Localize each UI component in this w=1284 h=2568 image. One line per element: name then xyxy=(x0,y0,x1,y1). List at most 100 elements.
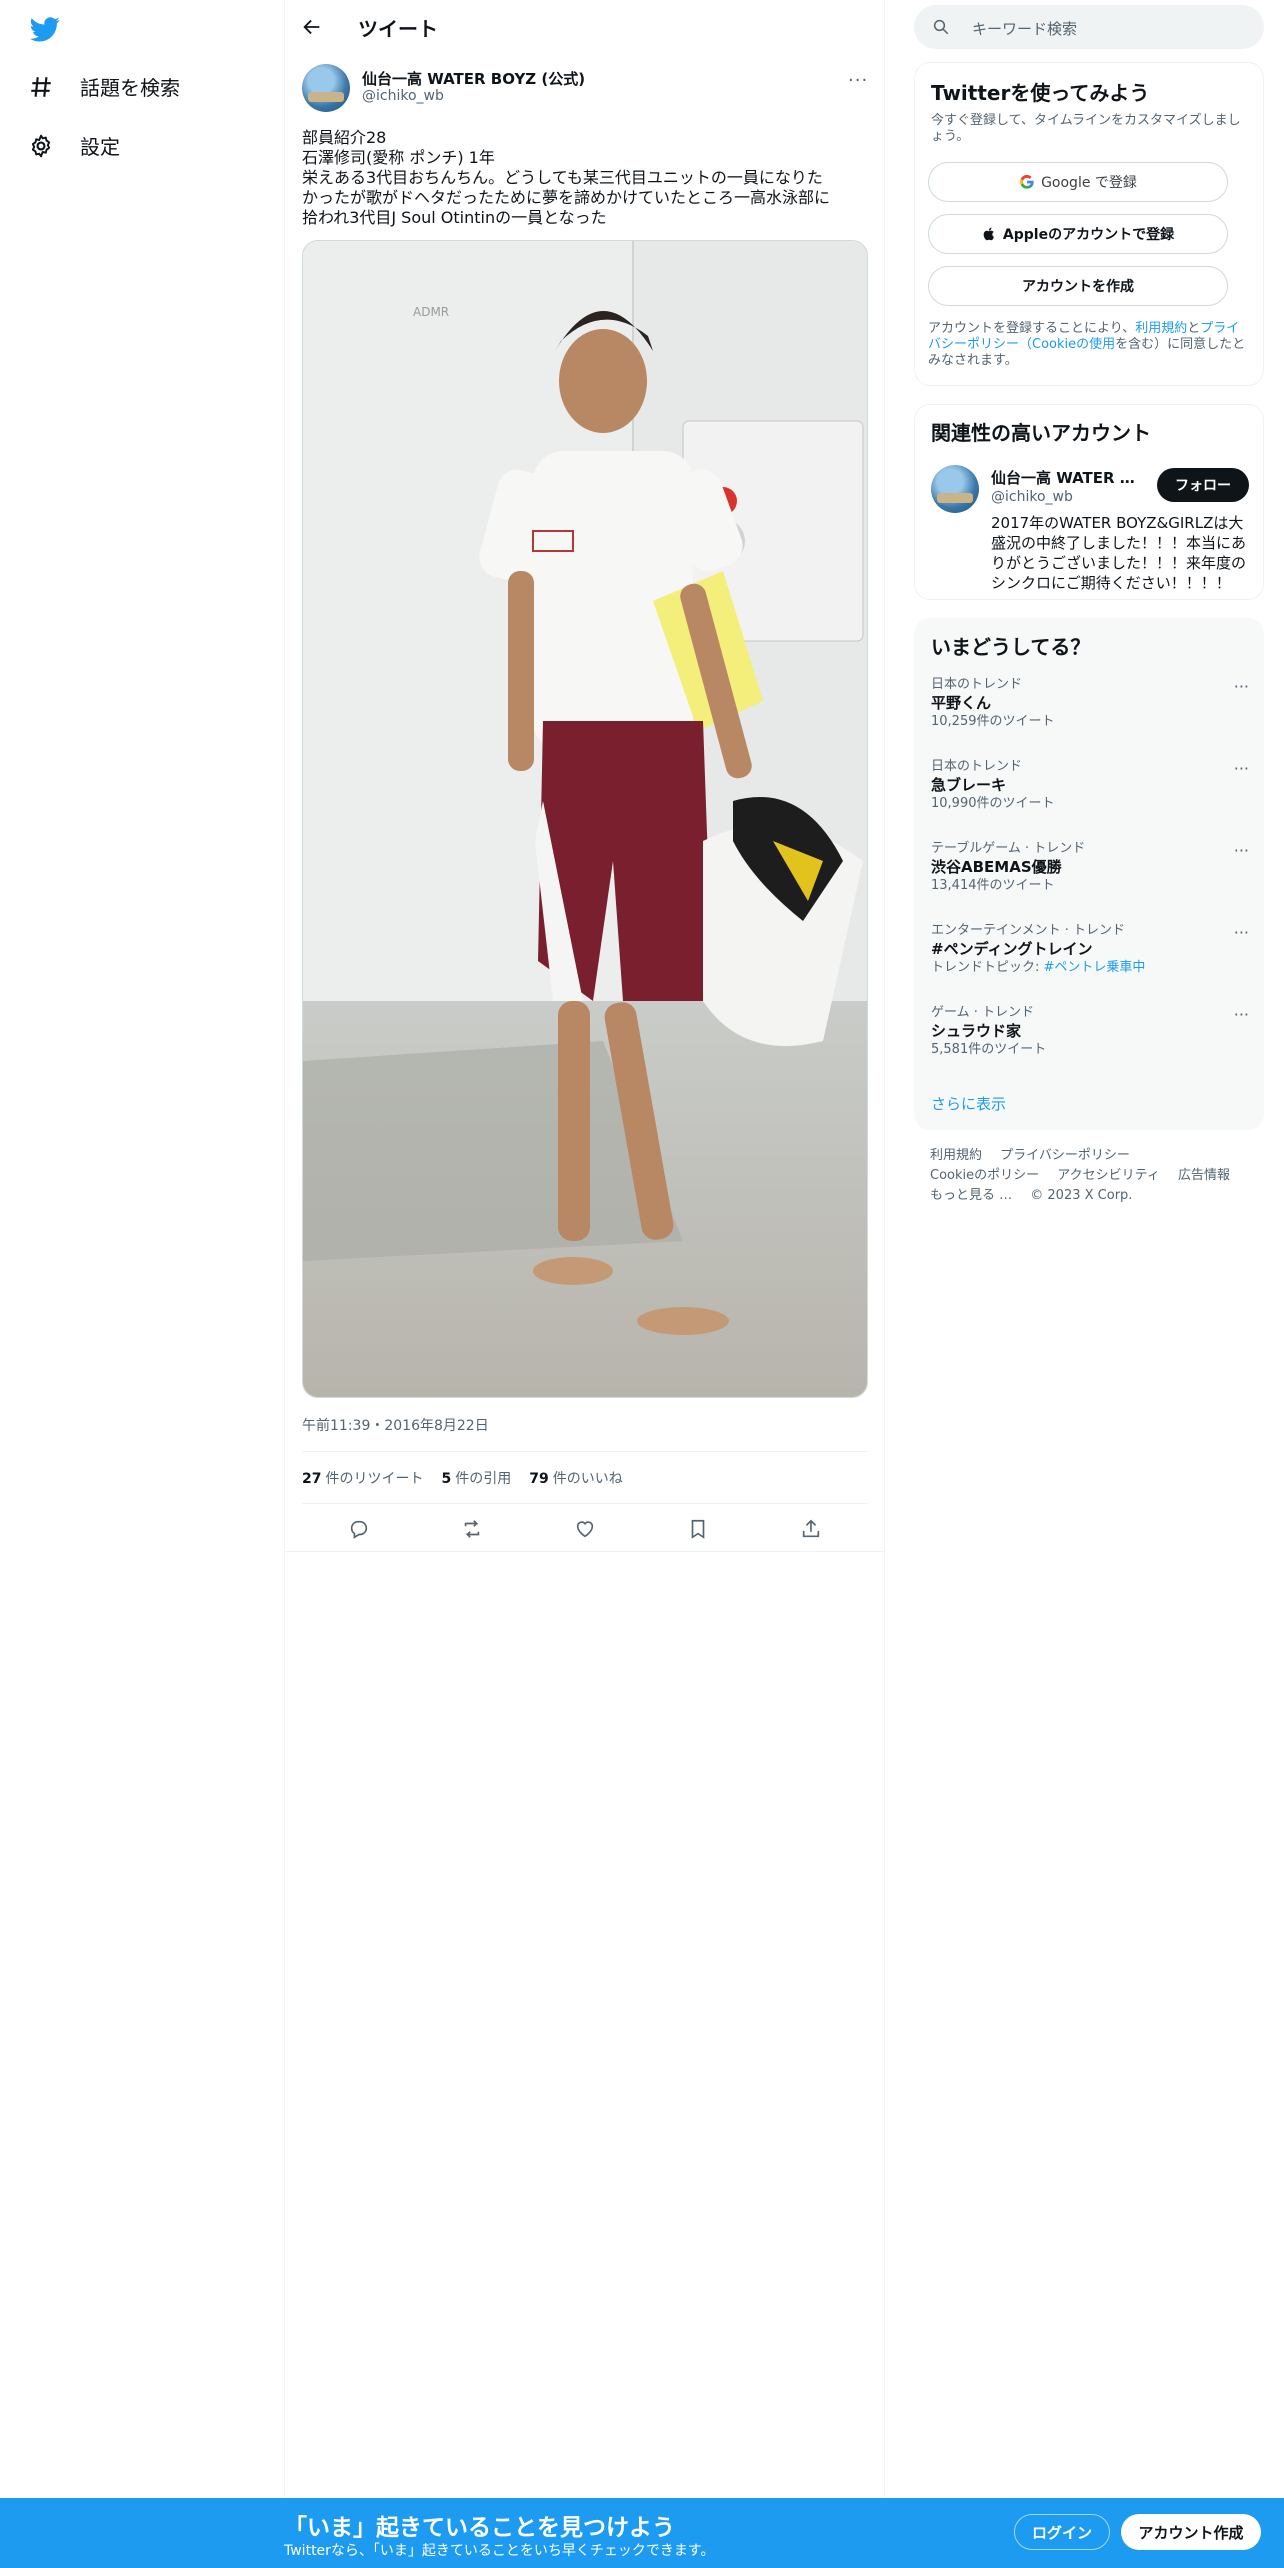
retweets-count: 27 xyxy=(302,1471,322,1487)
trends-card: いまどうしてる？ 日本のトレンド 平野くん 10,259件のツイート ··· 日… xyxy=(914,618,1264,1130)
trend-category: テーブルゲーム · トレンド xyxy=(931,841,1086,856)
related-title: 関連性の高いアカウント xyxy=(931,421,1151,445)
author-name[interactable]: 仙台一高 WATER BOYZ (公式) xyxy=(362,68,585,89)
trend-count: トレンドトピック: #ペントレ乗車中 xyxy=(931,959,1249,977)
trend-item[interactable]: ゲーム · トレンド シュラウド家 5,581件のツイート ··· xyxy=(931,1005,1249,1059)
tweet-text-line: かったが歌がドヘタだったために夢を諦めかけていたところ一高水泳部に xyxy=(302,188,831,207)
bookmark-icon[interactable] xyxy=(687,1518,709,1540)
retweet-icon[interactable] xyxy=(461,1518,483,1540)
tweet-actions xyxy=(302,1512,868,1546)
login-button[interactable]: ログイン xyxy=(1014,2514,1110,2550)
trend-category: エンターテインメント · トレンド xyxy=(931,923,1126,938)
create-account-label: アカウントを作成 xyxy=(1022,279,1134,295)
apple-icon xyxy=(983,227,994,241)
trend-name: 平野くん xyxy=(931,694,992,712)
trend-count: 10,990件のツイート xyxy=(931,796,1055,811)
author-avatar[interactable] xyxy=(302,64,350,112)
signup-terms: アカウントを登録することにより、利用規約とプライバシーポリシー（Cookieの使… xyxy=(928,321,1248,369)
terms-link[interactable]: 利用規約 xyxy=(1135,321,1187,336)
trend-count: 10,259件のツイート xyxy=(931,714,1055,729)
footer-links: 利用規約 プライバシーポリシー Cookieのポリシー アクセシビリティ 広告情… xyxy=(930,1146,1260,1206)
more-options-icon[interactable]: ··· xyxy=(848,70,868,91)
footer-copyright: © 2023 X Corp. xyxy=(1030,1188,1133,1203)
search-input[interactable]: キーワード検索 xyxy=(972,18,1077,39)
footer-ads-link[interactable]: 広告情報 xyxy=(1178,1168,1230,1183)
quotes-stat[interactable]: 5 件の引用 xyxy=(441,1468,511,1488)
trend-category: 日本のトレンド xyxy=(931,759,1023,774)
trend-name: 急ブレーキ xyxy=(931,776,1007,794)
related-accounts-card: 関連性の高いアカウント 仙台一高 WATER BOYZ (公式) @ichiko… xyxy=(914,404,1264,600)
google-icon xyxy=(1020,174,1034,189)
nav-settings-label: 設定 xyxy=(80,135,120,159)
tweet-photo[interactable]: ADMR xyxy=(302,240,868,1398)
like-heart-icon[interactable] xyxy=(574,1518,596,1540)
more-options-icon[interactable]: ··· xyxy=(1234,1005,1249,1024)
hashtag-icon xyxy=(31,76,51,97)
terms-and: と xyxy=(1187,321,1201,336)
likes-stat[interactable]: 79 件のいいね xyxy=(529,1468,622,1488)
footer-privacy-link[interactable]: プライバシーポリシー xyxy=(1000,1148,1130,1163)
photo-illustration: ADMR xyxy=(303,241,867,1397)
trend-item[interactable]: 日本のトレンド 平野くん 10,259件のツイート ··· xyxy=(931,677,1249,731)
tweet-text-line: 栄えある3代目おちんちん。どうしても某三代目ユニットの一員になりた xyxy=(302,168,823,187)
tweet-stats: 27 件のリツイート 5 件の引用 79 件のいいね xyxy=(302,1468,623,1488)
svg-text:ADMR: ADMR xyxy=(413,305,449,319)
trend-item[interactable]: テーブルゲーム · トレンド 渋谷ABEMAS優勝 13,414件のツイート ·… xyxy=(931,841,1249,895)
google-signup-button[interactable]: Google で登録 xyxy=(928,162,1228,202)
trend-name: 渋谷ABEMAS優勝 xyxy=(931,858,1062,876)
footer-more-link[interactable]: もっと見る … xyxy=(930,1188,1012,1203)
trend-name: シュラウド家 xyxy=(931,1022,1022,1040)
footer-accessibility-link[interactable]: アクセシビリティ xyxy=(1057,1168,1160,1183)
trend-topic-prefix: トレンドトピック: xyxy=(931,960,1044,975)
tweet-timestamp[interactable]: 午前11:39・2016年8月22日 xyxy=(302,1415,489,1435)
related-handle[interactable]: @ichiko_wb xyxy=(991,489,1073,505)
signup-button[interactable]: アカウント作成 xyxy=(1121,2514,1261,2550)
divider xyxy=(302,1503,868,1504)
signup-card: Twitterを使ってみよう 今すぐ登録して、タイムラインをカスタマイズしましょ… xyxy=(914,62,1264,386)
likes-count: 79 xyxy=(529,1471,549,1487)
trend-item[interactable]: 日本のトレンド 急ブレーキ 10,990件のツイート ··· xyxy=(931,759,1249,813)
left-nav: 話題を検索 設定 xyxy=(0,0,285,2568)
trend-count: 5,581件のツイート xyxy=(931,1042,1047,1057)
nav-explore-label: 話題を検索 xyxy=(80,76,180,100)
search-box[interactable]: キーワード検索 xyxy=(914,5,1264,49)
twitter-bird-icon[interactable] xyxy=(28,14,62,44)
terms-text: アカウントを登録することにより、 xyxy=(928,321,1136,336)
more-options-icon[interactable]: ··· xyxy=(1234,759,1249,778)
banner-subtitle: Twitterなら、「いま」起きていることをいち早くチェックできます。 xyxy=(284,2543,715,2559)
related-name[interactable]: 仙台一高 WATER BOYZ (公式) xyxy=(991,467,1141,488)
search-icon xyxy=(933,19,949,35)
google-signup-label: Google で登録 xyxy=(1041,175,1137,191)
share-icon[interactable] xyxy=(800,1518,822,1540)
more-options-icon[interactable]: ··· xyxy=(1234,923,1249,942)
tweet-text-line: 石澤修司(愛称 ポンチ) 1年 xyxy=(302,148,495,167)
related-bio: 2017年のWATER BOYZ&GIRLZは大盛況の中終了しました！！！本当に… xyxy=(991,514,1247,592)
nav-settings[interactable]: 設定 xyxy=(28,131,120,160)
more-options-icon[interactable]: ··· xyxy=(1234,677,1249,696)
reply-icon[interactable] xyxy=(348,1518,370,1540)
nav-explore[interactable]: 話題を検索 xyxy=(28,72,180,101)
show-more-link[interactable]: さらに表示 xyxy=(931,1093,1006,1114)
back-arrow-icon[interactable] xyxy=(301,16,323,38)
trends-title: いまどうしてる？ xyxy=(931,635,1091,659)
trend-topic-link[interactable]: #ペントレ乗車中 xyxy=(1044,960,1146,975)
related-avatar[interactable] xyxy=(931,465,979,513)
retweets-stat[interactable]: 27 件のリツイート xyxy=(302,1468,423,1488)
quotes-label: 件の引用 xyxy=(455,1471,512,1487)
trend-item[interactable]: エンターテインメント · トレンド #ペンディングトレイン トレンドトピック: … xyxy=(931,923,1249,977)
likes-label: 件のいいね xyxy=(552,1471,623,1487)
tweet-text: 部員紹介28 石澤修司(愛称 ポンチ) 1年 栄えある3代目おちんちん。どうして… xyxy=(302,128,868,228)
author-handle[interactable]: @ichiko_wb xyxy=(362,88,444,104)
create-account-button[interactable]: アカウントを作成 xyxy=(928,266,1228,306)
footer-cookie-link[interactable]: Cookieのポリシー xyxy=(930,1168,1039,1183)
footer-terms-link[interactable]: 利用規約 xyxy=(930,1148,982,1163)
follow-button[interactable]: フォロー xyxy=(1157,468,1249,502)
more-options-icon[interactable]: ··· xyxy=(1234,841,1249,860)
tweet-text-line: 部員紹介28 xyxy=(302,128,387,147)
trend-category: 日本のトレンド xyxy=(931,677,1023,692)
divider xyxy=(285,1551,885,1552)
apple-signup-label: Appleのアカウントで登録 xyxy=(1002,227,1175,243)
banner-title: 「いま」起きていることを見つけよう xyxy=(284,2515,675,2541)
apple-signup-button[interactable]: Appleのアカウントで登録 xyxy=(928,214,1228,254)
trend-category: ゲーム · トレンド xyxy=(931,1005,1035,1020)
